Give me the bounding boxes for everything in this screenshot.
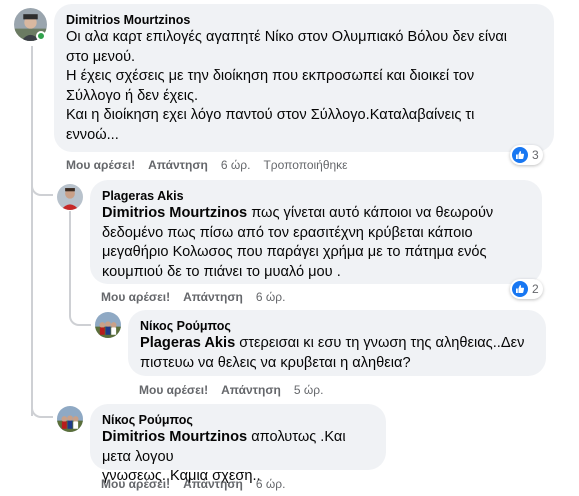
like-button[interactable]: Μου αρέσει! [139, 383, 208, 397]
like-button[interactable]: Μου αρέσει! [101, 477, 170, 491]
comment-text-fragment: πως γίνεται αυτό κάποιοι να θεωρούν [247, 205, 494, 221]
comment-text-line: στο μενού. [66, 48, 136, 65]
comment-text-line: πιστευω να θελεις να κρυβεται η αληθεια? [140, 354, 411, 371]
comment-actions: Μου αρέσει! Απάντηση 6 ώρ. [101, 289, 298, 305]
like-button[interactable]: Μου αρέσει! [66, 158, 135, 172]
comment-text-line: Η έχεις σχέσεις με την διοίκηση που εκπρ… [66, 68, 475, 84]
reaction-count-number: 3 [532, 148, 539, 162]
comment-bubble: Νίκος Ρούμπος Plageras Akis στερεισαι κι… [128, 310, 546, 376]
reaction-count[interactable]: 3 [510, 145, 543, 165]
comment-text: Dimitrios Mourtzinos πως γίνεται αυτό κά… [102, 204, 530, 282]
comment-text-line: Σύλλογο ή δεν έχεις. [66, 87, 199, 104]
reply-button[interactable]: Απάντηση [221, 383, 281, 397]
profile-photo-icon [95, 312, 121, 338]
comment-text-line: Οι αλα καρτ επιλογές αγαπητέ Νίκο στον Ο… [66, 29, 508, 45]
avatar[interactable] [57, 406, 83, 432]
comment-actions: Μου αρέσει! Απάντηση 6 ώρ. [101, 476, 298, 492]
edited-label: Τροποποιήθηκε [263, 158, 348, 172]
reaction-count[interactable]: 2 [510, 279, 543, 299]
comment-text: Plageras Akis στερεισαι κι εσυ τη γνωση … [140, 334, 534, 373]
thread-line-reply-1 [69, 211, 71, 311]
comment-text-line: εννοώ... [66, 126, 119, 143]
timestamp[interactable]: 5 ώρ. [294, 383, 324, 397]
avatar[interactable] [57, 184, 83, 210]
thread-curve-reply-4 [31, 392, 53, 418]
comment-bubble: Νίκος Ρούμπος Dimitrios Mourtzinos απολυ… [90, 404, 386, 484]
comment-author[interactable]: Νίκος Ρούμπος [140, 318, 534, 334]
like-thumb-icon [512, 147, 528, 163]
comment-text-line: μεγαθήριο Κολωσος που παράγει χρήμα με τ… [102, 244, 487, 260]
reply-button[interactable]: Απάντηση [148, 158, 208, 172]
comment-bubble: Plageras Akis Dimitrios Mourtzinos πως γ… [90, 180, 542, 284]
like-button[interactable]: Μου αρέσει! [101, 290, 170, 304]
avatar[interactable] [95, 312, 121, 338]
comment-author[interactable]: Νίκος Ρούμπος [102, 412, 374, 428]
reaction-count-number: 2 [532, 282, 539, 296]
comment-author[interactable]: Dimitrios Mourtzinos [66, 12, 542, 28]
comment-actions: Μου αρέσει! Απάντηση 5 ώρ. [139, 382, 336, 398]
thread-curve-reply-1 [31, 168, 53, 196]
comment-text-line: δεδομένο πως πίσω από τον ερασιτέχνη κρύ… [102, 224, 473, 241]
mention-link[interactable]: Plageras Akis [140, 335, 235, 351]
like-thumb-icon [512, 281, 528, 297]
thread-curve-nested-reply [69, 300, 91, 326]
profile-photo-icon [57, 184, 83, 210]
thread-line-main [31, 46, 33, 416]
mention-link[interactable]: Dimitrios Mourtzinos [102, 205, 247, 221]
profile-photo-icon [57, 406, 83, 432]
comment-text-fragment: στερεισαι κι εσυ τη γνωση της αληθειας..… [235, 335, 525, 351]
mention-link[interactable]: Dimitrios Mourtzinos [102, 429, 247, 445]
comment-bubble: Dimitrios Mourtzinos Οι αλα καρτ επιλογέ… [54, 4, 554, 152]
online-status-dot [36, 31, 46, 41]
comment-text-line: Dimitrios Mourtzinos πως γίνεται αυτό κά… [102, 204, 530, 224]
timestamp[interactable]: 6 ώρ. [256, 477, 286, 491]
comment-actions: Μου αρέσει! Απάντηση 6 ώρ. Τροποποιήθηκε [66, 157, 361, 173]
comment-author[interactable]: Plageras Akis [102, 188, 530, 204]
reply-button[interactable]: Απάντηση [183, 477, 243, 491]
timestamp[interactable]: 6 ώρ. [221, 158, 251, 172]
comment-text-line: κουμπιού δε το πιάνει το μυαλό μου . [102, 263, 341, 280]
timestamp[interactable]: 6 ώρ. [256, 290, 286, 304]
comment-text-line: Και η διοίκηση εχει λόγο παντού στον Σύλ… [66, 107, 475, 123]
comment-text-line: Plageras Akis στερεισαι κι εσυ τη γνωση … [140, 334, 534, 354]
reply-button[interactable]: Απάντηση [183, 290, 243, 304]
comment-text: Οι αλα καρτ επιλογές αγαπητέ Νίκο στον Ο… [66, 28, 542, 145]
comment-text-line: Dimitrios Mourtzinos απολυτως .Και μετα … [102, 428, 374, 467]
